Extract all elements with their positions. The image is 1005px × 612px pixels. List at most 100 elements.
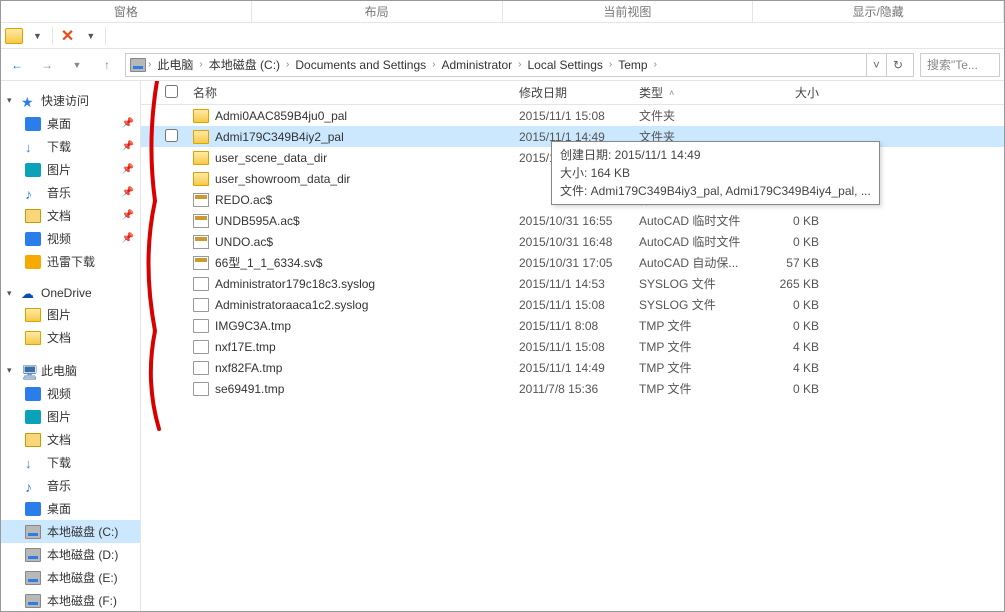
file-size: 4 KB <box>759 361 829 375</box>
sidebar-item[interactable]: 图片 <box>1 303 140 326</box>
ic-acfile-icon <box>193 235 209 249</box>
sidebar-item[interactable]: 图片 <box>1 405 140 428</box>
sidebar-onedrive[interactable]: ▾☁OneDrive <box>1 283 140 303</box>
chevron-right-icon[interactable]: › <box>284 59 291 70</box>
file-row[interactable]: IMG9C3A.tmp 2015/11/1 8:08 TMP 文件 0 KB <box>141 315 1004 336</box>
ic-acfile-icon <box>193 193 209 207</box>
file-date: 2015/11/1 15:08 <box>519 298 639 312</box>
sidebar-item[interactable]: 本地磁盘 (C:) <box>1 520 140 543</box>
ic-acfile-icon <box>193 214 209 228</box>
select-all-checkbox[interactable] <box>165 85 178 98</box>
row-checkbox[interactable] <box>165 129 178 142</box>
file-row[interactable]: UNDB595A.ac$ 2015/10/31 16:55 AutoCAD 临时… <box>141 210 1004 231</box>
chevron-right-icon[interactable]: › <box>652 59 659 70</box>
sidebar-item[interactable]: 文档📌 <box>1 204 140 227</box>
nav-back-button[interactable]: ← <box>5 53 29 77</box>
sidebar-quick-access[interactable]: ▾★快速访问 <box>1 89 140 112</box>
file-row[interactable]: nxf17E.tmp 2015/11/1 15:08 TMP 文件 4 KB <box>141 336 1004 357</box>
chevron-right-icon[interactable]: › <box>197 59 204 70</box>
file-row[interactable]: se69491.tmp 2011/7/8 15:36 TMP 文件 0 KB <box>141 378 1004 399</box>
sidebar-item[interactable]: 本地磁盘 (E:) <box>1 566 140 589</box>
sidebar-item[interactable]: ↓下载 <box>1 451 140 474</box>
file-name: Admi0AAC859B4ju0_pal <box>215 109 347 123</box>
file-size: 0 KB <box>759 382 829 396</box>
file-date: 2015/11/1 15:08 <box>519 109 639 123</box>
file-type: AutoCAD 临时文件 <box>639 233 759 250</box>
file-row[interactable]: 66型_1_1_6334.sv$ 2015/10/31 17:05 AutoCA… <box>141 252 1004 273</box>
file-date: 2015/10/31 16:48 <box>519 235 639 249</box>
breadcrumb-segment[interactable]: 本地磁盘 (C:) <box>205 56 284 73</box>
sidebar-item[interactable]: 文档 <box>1 428 140 451</box>
refresh-button[interactable]: ↻ <box>886 54 909 76</box>
ic-down-icon: ↓ <box>25 456 41 470</box>
file-name: IMG9C3A.tmp <box>215 319 291 333</box>
sidebar-item[interactable]: 视频 <box>1 382 140 405</box>
breadcrumb-bar[interactable]: › 此电脑 › 本地磁盘 (C:) › Documents and Settin… <box>125 53 914 77</box>
nav-forward-button[interactable]: → <box>35 53 59 77</box>
sidebar-item[interactable]: 迅雷下载 <box>1 250 140 273</box>
ic-desktop-icon <box>25 117 41 131</box>
file-row[interactable]: Administrator179c18c3.syslog 2015/11/1 1… <box>141 273 1004 294</box>
file-size: 4 KB <box>759 340 829 354</box>
breadcrumb-segment[interactable]: Temp <box>614 58 651 72</box>
file-date: 2015/11/1 8:08 <box>519 319 639 333</box>
tooltip-created: 创建日期: 2015/11/1 14:49 <box>560 146 871 164</box>
nav-up-button[interactable]: ↑ <box>95 53 119 77</box>
separator <box>105 27 106 45</box>
column-header-date[interactable]: 修改日期 <box>519 84 639 101</box>
sidebar-this-pc[interactable]: ▾🖥此电脑 <box>1 359 140 382</box>
sidebar-item[interactable]: ♪音乐 <box>1 474 140 497</box>
file-size: 57 KB <box>759 256 829 270</box>
ic-acfile-icon <box>193 256 209 270</box>
sidebar-item[interactable]: 本地磁盘 (F:) <box>1 589 140 611</box>
breadcrumb-segment[interactable]: Administrator <box>437 58 516 72</box>
nav-recent-dropdown[interactable]: ▼ <box>65 53 89 77</box>
column-header-size[interactable]: 大小 <box>759 84 829 101</box>
file-type: SYSLOG 文件 <box>639 275 759 292</box>
ic-drive-icon <box>25 548 41 562</box>
ic-file-icon <box>193 340 209 354</box>
ic-file-icon <box>193 277 209 291</box>
pin-icon: 📌 <box>122 233 134 244</box>
file-name: 66型_1_1_6334.sv$ <box>215 254 322 271</box>
ic-file-icon <box>193 298 209 312</box>
ribbon-tab-layout[interactable]: 布局 <box>252 1 503 22</box>
ribbon-tab-current-view[interactable]: 当前视图 <box>503 1 754 22</box>
sidebar-item[interactable]: 桌面 <box>1 497 140 520</box>
chevron-down-icon[interactable]: ▼ <box>29 31 46 41</box>
file-name: Administrator179c18c3.syslog <box>215 277 375 291</box>
address-dropdown[interactable]: ˅ <box>866 54 886 76</box>
ribbon-tab-show-hide[interactable]: 显示/隐藏 <box>753 1 1004 22</box>
ic-desktop-icon <box>25 502 41 516</box>
address-row: ← → ▼ ↑ › 此电脑 › 本地磁盘 (C:) › Documents an… <box>1 49 1004 81</box>
file-row[interactable]: nxf82FA.tmp 2015/11/1 14:49 TMP 文件 4 KB <box>141 357 1004 378</box>
close-icon[interactable]: ✕ <box>59 26 76 46</box>
chevron-right-icon[interactable]: › <box>607 59 614 70</box>
column-header-type[interactable]: 类型˄ <box>639 84 759 101</box>
sidebar-item[interactable]: ♪音乐📌 <box>1 181 140 204</box>
file-row[interactable]: UNDO.ac$ 2015/10/31 16:48 AutoCAD 临时文件 0… <box>141 231 1004 252</box>
sidebar-item[interactable]: ↓下载📌 <box>1 135 140 158</box>
ic-file-icon <box>193 382 209 396</box>
chevron-right-icon[interactable]: › <box>516 59 523 70</box>
breadcrumb-segment[interactable]: Local Settings <box>524 58 607 72</box>
chevron-right-icon[interactable]: › <box>430 59 437 70</box>
search-input[interactable]: 搜索"Te... <box>920 53 1000 77</box>
breadcrumb-segment[interactable]: Documents and Settings <box>291 58 430 72</box>
file-row[interactable]: Admi0AAC859B4ju0_pal 2015/11/1 15:08 文件夹 <box>141 105 1004 126</box>
chevron-down-icon[interactable]: ▼ <box>82 31 99 41</box>
column-header-name[interactable]: 名称 <box>189 84 519 101</box>
folder-icon[interactable] <box>5 28 23 44</box>
nav-sidebar: ▾★快速访问桌面📌↓下载📌图片📌♪音乐📌文档📌视频📌迅雷下载▾☁OneDrive… <box>1 81 141 611</box>
ic-file-icon <box>193 319 209 333</box>
sidebar-item[interactable]: 图片📌 <box>1 158 140 181</box>
sidebar-item[interactable]: 文档 <box>1 326 140 349</box>
chevron-right-icon[interactable]: › <box>146 59 153 70</box>
sidebar-item[interactable]: 视频📌 <box>1 227 140 250</box>
breadcrumb-segment[interactable]: 此电脑 <box>153 56 197 73</box>
sidebar-item[interactable]: 桌面📌 <box>1 112 140 135</box>
ribbon-tab-panes[interactable]: 窗格 <box>1 1 252 22</box>
file-row[interactable]: Administratoraaca1c2.syslog 2015/11/1 15… <box>141 294 1004 315</box>
sidebar-item[interactable]: 本地磁盘 (D:) <box>1 543 140 566</box>
ic-doc-icon <box>25 209 41 223</box>
